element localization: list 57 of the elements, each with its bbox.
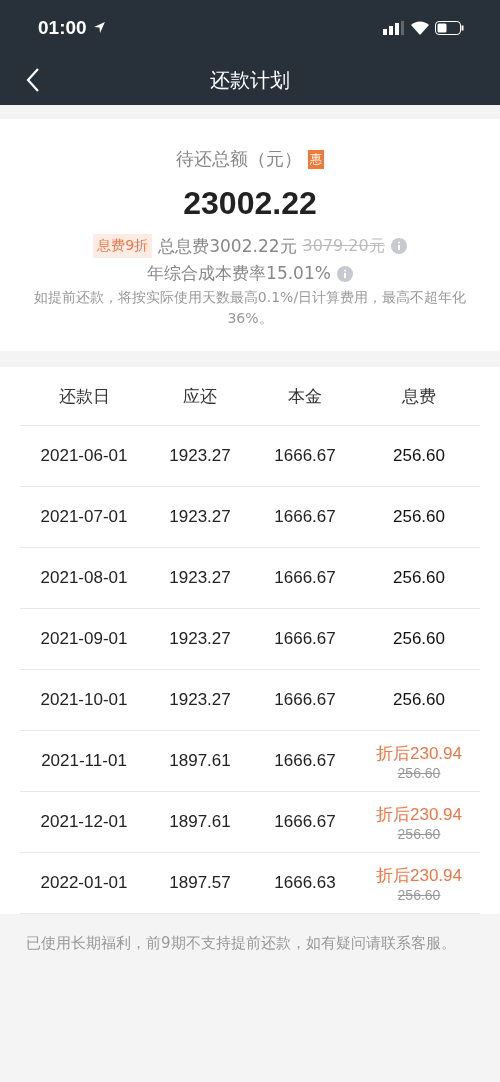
table-cell-text: 1897.61 — [168, 751, 232, 771]
table-cell-text: 256.60 — [392, 568, 446, 588]
table-cell-text: 2021-06-01 — [39, 446, 129, 466]
info-icon[interactable] — [390, 238, 407, 254]
table-cell-text: 1923.27 — [168, 690, 232, 710]
table-cell-text: 1897.57 — [168, 873, 232, 893]
original-fee: 256.60 — [397, 825, 441, 842]
prepayment-note: 如提前还款，将按实际使用天数最高0.1%/日计算费用，最高不超年化36%。 — [32, 288, 468, 328]
table-cell-text: 1923.27 — [168, 507, 232, 527]
table-cell-text: 1666.67 — [273, 812, 337, 832]
info-icon[interactable] — [336, 265, 353, 282]
table-cell-text: 1666.63 — [273, 873, 337, 893]
status-time: 01:00 — [38, 16, 87, 39]
table-cell-text: 1666.67 — [273, 629, 337, 649]
location-arrow-icon — [92, 21, 106, 34]
table-cell-text: 2022-01-01 — [39, 873, 129, 893]
table-cell-text: 256.60 — [392, 629, 446, 649]
table-cell-text: 2021-07-01 — [39, 507, 129, 527]
table-cell-text: 2021-11-01 — [40, 751, 128, 771]
column-header: 应还 — [182, 384, 218, 408]
column-header: 本金 — [287, 384, 323, 408]
total-amount: 23002.22 — [183, 185, 317, 222]
summary-label: 待还总额（元） — [176, 147, 302, 171]
table-cell-text: 256.60 — [392, 690, 446, 710]
table-cell-text: 1666.67 — [273, 446, 337, 466]
back-icon[interactable] — [26, 68, 40, 92]
table-cell-text: 1666.67 — [273, 690, 337, 710]
table-cell-text: 1666.67 — [273, 751, 337, 771]
table-cell-text: 2021-08-01 — [39, 568, 129, 588]
original-fee: 256.60 — [397, 764, 441, 781]
page-title: 还款计划 — [210, 66, 290, 94]
signal-icon — [383, 20, 405, 35]
table-cell-text: 1923.27 — [168, 446, 232, 466]
discounted-fee: 折后230.94 — [376, 864, 462, 887]
table-cell-text: 2021-12-01 — [39, 812, 129, 832]
battery-icon — [435, 20, 464, 35]
discounted-fee: 折后230.94 — [376, 803, 462, 826]
column-header: 还款日 — [57, 384, 111, 408]
annual-rate: 年综合成本费率15.01% — [147, 262, 331, 285]
discounted-fee: 折后230.94 — [376, 742, 462, 765]
discount-badge: 惠 — [308, 149, 324, 169]
total-fee: 总息费3002.22元 — [158, 234, 297, 258]
table-cell-text: 256.60 — [392, 507, 446, 527]
column-header: 息费 — [401, 384, 437, 408]
discount-tag: 息费9折 — [93, 234, 153, 258]
original-fee: 256.60 — [397, 886, 441, 903]
wifi-icon — [411, 20, 429, 35]
original-fee: 3079.20元 — [302, 235, 385, 257]
table-cell-text: 256.60 — [392, 446, 446, 466]
table-cell-text: 1923.27 — [168, 629, 232, 649]
table-cell-text: 1897.61 — [168, 812, 232, 832]
table-cell-text: 1923.27 — [168, 568, 232, 588]
table-cell-text: 2021-09-01 — [39, 629, 129, 649]
footer-note: 已使用长期福利，前9期不支持提前还款，如有疑问请联系客服。 — [25, 933, 457, 954]
table-cell-text: 1666.67 — [273, 507, 337, 527]
table-cell-text: 1666.67 — [273, 568, 337, 588]
table-cell-text: 2021-10-01 — [39, 690, 129, 710]
